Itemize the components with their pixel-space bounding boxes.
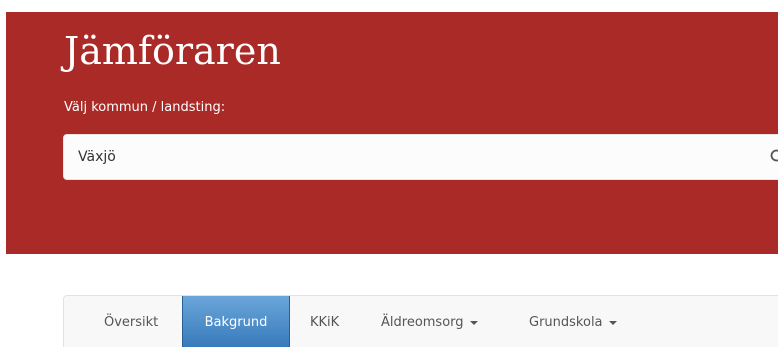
nav-tab-grundskola[interactable]: Grundskola (529, 296, 617, 347)
search-icon[interactable] (770, 149, 778, 165)
municipality-search-input[interactable] (78, 135, 738, 179)
select-municipality-label: Välj kommun / landsting: (64, 100, 226, 115)
nav-tab-bakgrund[interactable]: Bakgrund (182, 296, 290, 347)
app-title: Jämföraren (64, 29, 281, 73)
chevron-down-icon (608, 320, 617, 325)
page: Jämföraren Välj kommun / landsting: Över… (0, 0, 778, 347)
header-banner: Jämföraren Välj kommun / landsting: (6, 12, 778, 254)
municipality-search-box[interactable] (63, 134, 778, 180)
nav-tab-aldreomsorg[interactable]: Äldreomsorg (381, 296, 478, 347)
chevron-down-icon (469, 320, 478, 325)
nav-tab-label: Översikt (104, 315, 159, 330)
nav-tab-label: KKiK (310, 315, 340, 330)
main-nav-bar: Översikt Bakgrund KKiK Äldreomsorg Grund… (63, 295, 778, 347)
nav-tab-label: Grundskola (529, 315, 603, 330)
nav-tab-label: Äldreomsorg (381, 315, 464, 330)
nav-tab-label: Bakgrund (204, 315, 268, 330)
nav-tab-oversikt[interactable]: Översikt (104, 296, 158, 347)
nav-tab-kkik[interactable]: KKiK (310, 296, 339, 347)
